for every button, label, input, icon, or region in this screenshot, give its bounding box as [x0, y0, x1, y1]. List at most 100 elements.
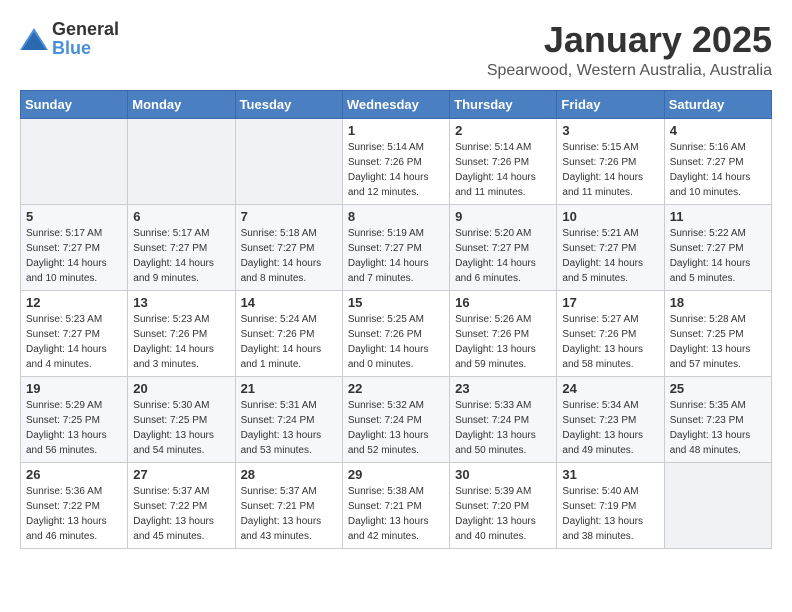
- calendar-cell: 5 Sunrise: 5:17 AM Sunset: 7:27 PM Daylig…: [21, 204, 128, 290]
- calendar-cell: 31Sunrise: 5:40 AM Sunset: 7:19 PM Dayli…: [557, 462, 664, 548]
- calendar-week-row: 5 Sunrise: 5:17 AM Sunset: 7:27 PM Daylig…: [21, 204, 772, 290]
- day-info: Sunrise: 5:26 AM Sunset: 7:26 PM Dayligh…: [455, 312, 551, 372]
- day-number: 11: [670, 209, 766, 224]
- day-number: 18: [670, 295, 766, 310]
- day-number: 17: [562, 295, 658, 310]
- day-info: Sunrise: 5:21 AM Sunset: 7:27 PM Dayligh…: [562, 226, 658, 286]
- day-info: Sunrise: 5:34 AM Sunset: 7:23 PM Dayligh…: [562, 398, 658, 458]
- calendar-cell: 12 Sunrise: 5:23 AM Sunset: 7:27 PM Dayli…: [21, 290, 128, 376]
- calendar-cell: 1 Sunrise: 5:14 AM Sunset: 7:26 PM Daylig…: [342, 118, 449, 204]
- calendar-subtitle: Spearwood, Western Australia, Australia: [487, 62, 772, 80]
- calendar-cell: 19 Sunrise: 5:29 AM Sunset: 7:25 PM Dayli…: [21, 376, 128, 462]
- day-info: Sunrise: 5:14 AM Sunset: 7:26 PM Dayligh…: [348, 140, 444, 200]
- day-number: 27: [133, 467, 229, 482]
- calendar-cell: 21 Sunrise: 5:31 AM Sunset: 7:24 PM Dayli…: [235, 376, 342, 462]
- weekday-header: Thursday: [450, 90, 557, 118]
- calendar-cell: 3 Sunrise: 5:15 AM Sunset: 7:26 PM Daylig…: [557, 118, 664, 204]
- calendar-cell: 10Sunrise: 5:21 AM Sunset: 7:27 PM Dayli…: [557, 204, 664, 290]
- day-info: Sunrise: 5:17 AM Sunset: 7:27 PM Dayligh…: [26, 226, 122, 286]
- calendar-cell: 26Sunrise: 5:36 AM Sunset: 7:22 PM Dayli…: [21, 462, 128, 548]
- day-info: Sunrise: 5:30 AM Sunset: 7:25 PM Dayligh…: [133, 398, 229, 458]
- day-info: Sunrise: 5:27 AM Sunset: 7:26 PM Dayligh…: [562, 312, 658, 372]
- day-info: Sunrise: 5:18 AM Sunset: 7:27 PM Dayligh…: [241, 226, 337, 286]
- day-info: Sunrise: 5:22 AM Sunset: 7:27 PM Dayligh…: [670, 226, 766, 286]
- calendar-cell: 22Sunrise: 5:32 AM Sunset: 7:24 PM Dayli…: [342, 376, 449, 462]
- day-info: Sunrise: 5:15 AM Sunset: 7:26 PM Dayligh…: [562, 140, 658, 200]
- day-number: 30: [455, 467, 551, 482]
- day-number: 28: [241, 467, 337, 482]
- calendar-cell: 23Sunrise: 5:33 AM Sunset: 7:24 PM Dayli…: [450, 376, 557, 462]
- day-info: Sunrise: 5:29 AM Sunset: 7:25 PM Dayligh…: [26, 398, 122, 458]
- calendar-cell: [128, 118, 235, 204]
- day-number: 16: [455, 295, 551, 310]
- calendar-cell: [664, 462, 771, 548]
- day-number: 29: [348, 467, 444, 482]
- day-number: 1: [348, 123, 444, 138]
- day-number: 3: [562, 123, 658, 138]
- day-info: Sunrise: 5:37 AM Sunset: 7:21 PM Dayligh…: [241, 484, 337, 544]
- day-number: 2: [455, 123, 551, 138]
- day-info: Sunrise: 5:23 AM Sunset: 7:26 PM Dayligh…: [133, 312, 229, 372]
- calendar-cell: [21, 118, 128, 204]
- day-number: 14: [241, 295, 337, 310]
- calendar-cell: 16 Sunrise: 5:26 AM Sunset: 7:26 PM Dayli…: [450, 290, 557, 376]
- page-header: General Blue January 2025 Spearwood, Wes…: [20, 20, 772, 80]
- day-number: 20: [133, 381, 229, 396]
- day-info: Sunrise: 5:24 AM Sunset: 7:26 PM Dayligh…: [241, 312, 337, 372]
- day-number: 24: [562, 381, 658, 396]
- day-info: Sunrise: 5:17 AM Sunset: 7:27 PM Dayligh…: [133, 226, 229, 286]
- calendar-cell: 2 Sunrise: 5:14 AM Sunset: 7:26 PM Daylig…: [450, 118, 557, 204]
- calendar-header: SundayMondayTuesdayWednesdayThursdayFrid…: [21, 90, 772, 118]
- day-number: 26: [26, 467, 122, 482]
- calendar-table: SundayMondayTuesdayWednesdayThursdayFrid…: [20, 90, 772, 549]
- calendar-cell: 28 Sunrise: 5:37 AM Sunset: 7:21 PM Dayli…: [235, 462, 342, 548]
- day-info: Sunrise: 5:19 AM Sunset: 7:27 PM Dayligh…: [348, 226, 444, 286]
- day-number: 7: [241, 209, 337, 224]
- calendar-cell: 7 Sunrise: 5:18 AM Sunset: 7:27 PM Daylig…: [235, 204, 342, 290]
- calendar-cell: 11 Sunrise: 5:22 AM Sunset: 7:27 PM Dayli…: [664, 204, 771, 290]
- logo: General Blue: [20, 20, 119, 58]
- calendar-cell: 30 Sunrise: 5:39 AM Sunset: 7:20 PM Dayli…: [450, 462, 557, 548]
- day-info: Sunrise: 5:39 AM Sunset: 7:20 PM Dayligh…: [455, 484, 551, 544]
- day-number: 6: [133, 209, 229, 224]
- day-number: 13: [133, 295, 229, 310]
- calendar-week-row: 26Sunrise: 5:36 AM Sunset: 7:22 PM Dayli…: [21, 462, 772, 548]
- day-number: 4: [670, 123, 766, 138]
- calendar-cell: 18 Sunrise: 5:28 AM Sunset: 7:25 PM Dayli…: [664, 290, 771, 376]
- day-info: Sunrise: 5:28 AM Sunset: 7:25 PM Dayligh…: [670, 312, 766, 372]
- day-info: Sunrise: 5:37 AM Sunset: 7:22 PM Dayligh…: [133, 484, 229, 544]
- day-number: 9: [455, 209, 551, 224]
- calendar-cell: 20 Sunrise: 5:30 AM Sunset: 7:25 PM Dayli…: [128, 376, 235, 462]
- day-info: Sunrise: 5:23 AM Sunset: 7:27 PM Dayligh…: [26, 312, 122, 372]
- calendar-cell: 27 Sunrise: 5:37 AM Sunset: 7:22 PM Dayli…: [128, 462, 235, 548]
- day-number: 19: [26, 381, 122, 396]
- calendar-cell: 24 Sunrise: 5:34 AM Sunset: 7:23 PM Dayli…: [557, 376, 664, 462]
- day-number: 23: [455, 381, 551, 396]
- calendar-cell: 8Sunrise: 5:19 AM Sunset: 7:27 PM Daylig…: [342, 204, 449, 290]
- day-info: Sunrise: 5:40 AM Sunset: 7:19 PM Dayligh…: [562, 484, 658, 544]
- calendar-week-row: 12 Sunrise: 5:23 AM Sunset: 7:27 PM Dayli…: [21, 290, 772, 376]
- weekday-header: Friday: [557, 90, 664, 118]
- logo-icon: [20, 28, 48, 50]
- calendar-cell: [235, 118, 342, 204]
- day-info: Sunrise: 5:35 AM Sunset: 7:23 PM Dayligh…: [670, 398, 766, 458]
- calendar-cell: 9 Sunrise: 5:20 AM Sunset: 7:27 PM Daylig…: [450, 204, 557, 290]
- calendar-cell: 25Sunrise: 5:35 AM Sunset: 7:23 PM Dayli…: [664, 376, 771, 462]
- day-number: 12: [26, 295, 122, 310]
- weekday-header: Saturday: [664, 90, 771, 118]
- day-number: 15: [348, 295, 444, 310]
- day-info: Sunrise: 5:31 AM Sunset: 7:24 PM Dayligh…: [241, 398, 337, 458]
- day-info: Sunrise: 5:25 AM Sunset: 7:26 PM Dayligh…: [348, 312, 444, 372]
- day-info: Sunrise: 5:14 AM Sunset: 7:26 PM Dayligh…: [455, 140, 551, 200]
- weekday-header: Tuesday: [235, 90, 342, 118]
- calendar-cell: 29 Sunrise: 5:38 AM Sunset: 7:21 PM Dayli…: [342, 462, 449, 548]
- calendar-cell: 6 Sunrise: 5:17 AM Sunset: 7:27 PM Daylig…: [128, 204, 235, 290]
- day-number: 21: [241, 381, 337, 396]
- day-number: 5: [26, 209, 122, 224]
- calendar-cell: 15 Sunrise: 5:25 AM Sunset: 7:26 PM Dayli…: [342, 290, 449, 376]
- title-block: January 2025 Spearwood, Western Australi…: [487, 20, 772, 80]
- calendar-cell: 17 Sunrise: 5:27 AM Sunset: 7:26 PM Dayli…: [557, 290, 664, 376]
- day-info: Sunrise: 5:38 AM Sunset: 7:21 PM Dayligh…: [348, 484, 444, 544]
- day-info: Sunrise: 5:20 AM Sunset: 7:27 PM Dayligh…: [455, 226, 551, 286]
- day-number: 22: [348, 381, 444, 396]
